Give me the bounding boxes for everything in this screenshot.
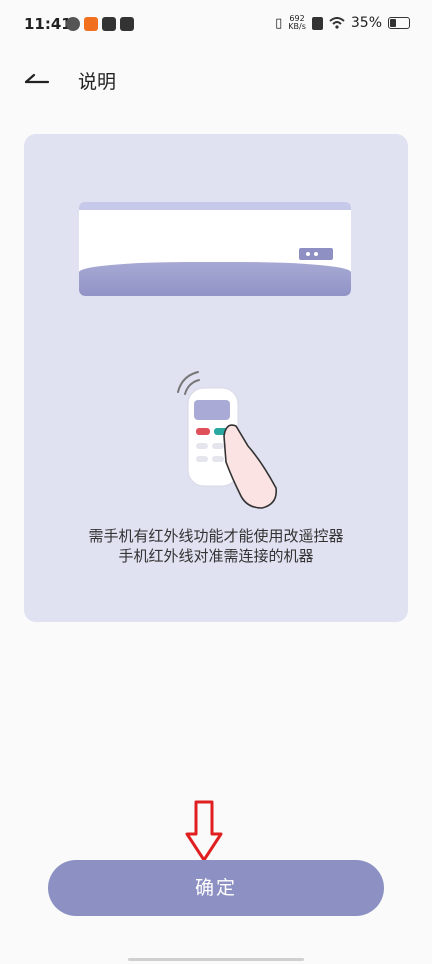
confirm-button[interactable]: 确定 — [48, 860, 384, 916]
instruction-line-2: 手机红外线对准需连接的机器 — [118, 547, 314, 565]
status-right: ▯ 692 KB/s 35% — [275, 15, 410, 31]
top-bar: 说明 — [0, 55, 432, 101]
status-bar: 11:41 ▯ 692 KB/s 35% — [0, 0, 432, 50]
annotation-arrow-icon — [185, 800, 223, 862]
mail-icon — [102, 17, 116, 31]
remote-hand-illustration — [177, 371, 278, 509]
page-title: 说明 — [78, 71, 117, 93]
app-notification-icon — [66, 17, 80, 31]
app-notification-icon — [84, 17, 98, 31]
instruction-line-1: 需手机有红外线功能才能使用改遥控器 — [88, 527, 344, 545]
vibrate-icon: ▯ — [275, 15, 283, 31]
play-icon — [120, 17, 134, 31]
net-speed: 692 KB/s — [288, 15, 306, 31]
instruction-text: 需手机有红外线功能才能使用改遥控器 手机红外线对准需连接的机器 — [24, 526, 408, 566]
notification-icons — [66, 17, 134, 31]
air-conditioner-illustration — [79, 202, 351, 296]
net-speed-unit: KB/s — [288, 22, 306, 31]
status-time: 11:41 — [24, 15, 72, 33]
sim-icon — [311, 16, 323, 30]
battery-icon — [388, 17, 410, 29]
back-arrow-icon[interactable] — [22, 65, 54, 91]
instruction-card: 需手机有红外线功能才能使用改遥控器 手机红外线对准需连接的机器 — [24, 134, 408, 622]
battery-percent: 35% — [350, 15, 382, 31]
ac-display-panel — [299, 248, 333, 260]
wifi-icon — [329, 17, 345, 29]
home-indicator[interactable] — [128, 958, 304, 961]
